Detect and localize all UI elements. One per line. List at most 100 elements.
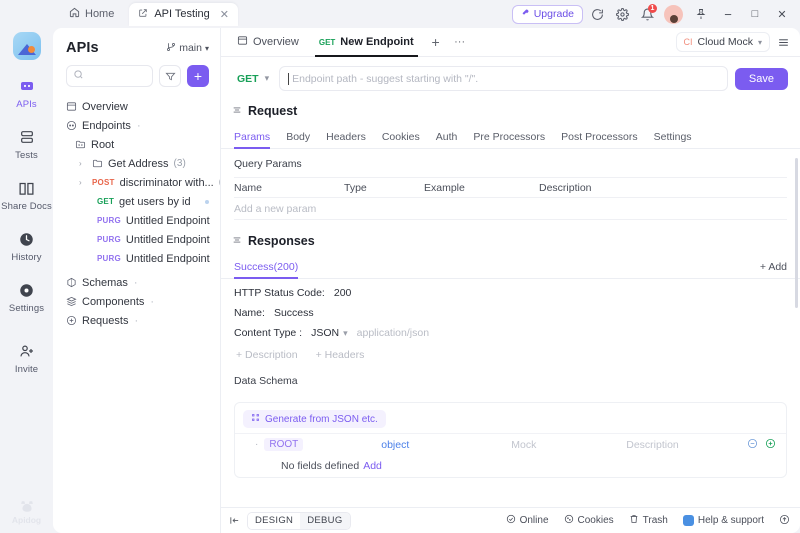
rail-item-history[interactable]: History — [0, 229, 53, 263]
sidebar-title: APIs — [66, 40, 99, 56]
tests-icon — [19, 127, 35, 147]
close-icon[interactable]: ✕ — [220, 8, 229, 21]
mode-design[interactable]: DESIGN — [248, 512, 301, 529]
chevron-right-icon[interactable]: › — [79, 159, 87, 168]
new-tab-button[interactable]: + — [424, 28, 448, 56]
status-label: Cookies — [577, 515, 614, 526]
search-input[interactable] — [66, 65, 153, 87]
filter-button[interactable] — [159, 65, 181, 87]
tree-item-discriminator[interactable]: › POST discriminator with... (1) — [53, 173, 220, 192]
rail-item-settings[interactable]: Settings — [0, 280, 53, 314]
request-tabs: Params Body Headers Cookies Auth Pre Pro… — [221, 124, 800, 149]
rail-item-invite[interactable]: Invite — [0, 341, 53, 375]
add-param-row[interactable]: Add a new param — [234, 198, 787, 220]
bell-icon[interactable]: 1 — [636, 3, 658, 25]
tab-auth[interactable]: Auth — [436, 131, 458, 148]
menu-icon[interactable] — [772, 32, 794, 52]
save-button[interactable]: Save — [734, 67, 788, 90]
chevron-down-icon: ▾ — [204, 43, 209, 53]
add-button[interactable]: + — [187, 65, 209, 87]
tab-cookies[interactable]: Cookies — [382, 131, 420, 148]
remove-field-icon[interactable] — [747, 438, 758, 452]
window-tab-api-testing[interactable]: API Testing ✕ — [129, 2, 239, 26]
tab-pre-processors[interactable]: Pre Processors — [473, 131, 545, 148]
status-collapse-up[interactable] — [779, 514, 790, 528]
schema-root-row[interactable]: · ROOT object Mock Description — [235, 433, 786, 455]
schema-add-field-link[interactable]: Add — [363, 460, 382, 472]
mode-toggle: DESIGN DEBUG — [247, 511, 351, 530]
tree-item-schemas[interactable]: Schemas · — [53, 273, 218, 292]
tree-label: Overview — [82, 100, 128, 113]
tree-item-untitled-endpoint-1[interactable]: PURG Untitled Endpoint — [53, 211, 218, 230]
tab-params[interactable]: Params — [234, 131, 271, 149]
close-window-icon[interactable]: ✕ — [770, 3, 794, 25]
tree-item-get-address[interactable]: › Get Address (3) — [53, 154, 218, 173]
apis-sidebar: APIs main ▾ + Overview Endpoints · Root … — [53, 28, 220, 533]
check-circle-icon — [506, 514, 516, 527]
tree-item-get-users-by-id[interactable]: GET get users by id — [53, 192, 218, 211]
app-logo — [12, 32, 41, 60]
branch-selector[interactable]: main ▾ — [166, 42, 209, 55]
external-link-icon — [138, 8, 148, 21]
more-dot[interactable]: · — [134, 277, 138, 289]
rocket-icon — [521, 8, 530, 20]
tab-body[interactable]: Body — [286, 131, 310, 148]
status-trash[interactable]: Trash — [629, 514, 668, 527]
tab-headers[interactable]: Headers — [326, 131, 366, 148]
status-help-support[interactable]: Help & support — [682, 515, 764, 526]
chevron-right-icon[interactable]: › — [79, 178, 87, 187]
rail-item-apis[interactable]: APIs — [0, 76, 53, 110]
schema-mock-placeholder[interactable]: Mock — [511, 439, 626, 451]
add-description-button[interactable]: + Description — [236, 349, 298, 361]
environment-selector[interactable]: CI Cloud Mock ▾ — [675, 32, 770, 52]
tree-item-endpoints[interactable]: Endpoints · — [53, 116, 218, 135]
tab-success-200[interactable]: Success(200) — [234, 261, 299, 279]
http-status-code-value[interactable]: 200 — [334, 287, 352, 299]
add-field-icon[interactable] — [765, 438, 776, 452]
rail-item-share-docs[interactable]: Share Docs — [0, 178, 53, 212]
window-tab-label: API Testing — [154, 8, 210, 20]
tree-item-untitled-endpoint-3[interactable]: PURG Untitled Endpoint — [53, 249, 218, 268]
mode-debug[interactable]: DEBUG — [300, 512, 350, 529]
tree-item-root[interactable]: Root — [53, 135, 218, 154]
status-online[interactable]: Online — [506, 514, 549, 527]
rail-item-tests[interactable]: Tests — [0, 127, 53, 161]
minimize-icon[interactable]: − — [716, 3, 740, 25]
more-dot[interactable]: · — [137, 120, 141, 132]
tree-item-overview[interactable]: Overview — [53, 97, 218, 116]
schema-description-placeholder[interactable]: Description — [626, 439, 747, 451]
method-selector[interactable]: GET ▾ — [232, 73, 272, 85]
more-dot[interactable]: · — [134, 315, 138, 327]
tab-settings[interactable]: Settings — [654, 131, 692, 148]
tab-more-button[interactable]: ··· — [448, 28, 472, 56]
add-headers-button[interactable]: + Headers — [316, 349, 365, 361]
status-cookies[interactable]: Cookies — [564, 514, 614, 527]
upgrade-label: Upgrade — [533, 8, 574, 20]
home-button[interactable]: Home — [60, 3, 123, 25]
vertical-scrollbar[interactable] — [795, 158, 798, 308]
gear-icon[interactable] — [611, 3, 633, 25]
tree-dash-icon: · — [255, 439, 259, 450]
tree-item-untitled-endpoint-2[interactable]: PURG Untitled Endpoint — [53, 230, 218, 249]
response-name-value[interactable]: Success — [274, 307, 314, 319]
filter-icon — [164, 72, 176, 80]
tab-new-endpoint[interactable]: GET New Endpoint — [309, 28, 424, 57]
maximize-icon[interactable]: □ — [743, 3, 767, 25]
avatar[interactable] — [664, 4, 683, 24]
content-type-selector[interactable]: JSON ▾ — [311, 327, 348, 339]
section-title-label: Responses — [248, 234, 315, 248]
tree-item-requests[interactable]: Requests · — [53, 311, 218, 330]
collapse-panel-icon[interactable] — [221, 515, 247, 526]
generate-from-json-button[interactable]: Generate from JSON etc. — [243, 410, 386, 428]
sync-icon[interactable] — [586, 3, 608, 25]
trash-icon — [629, 514, 639, 527]
upgrade-button[interactable]: Upgrade — [511, 4, 583, 24]
endpoint-path-input[interactable]: Endpoint path - suggest starting with "/… — [279, 66, 728, 91]
schema-root-type[interactable]: object — [381, 439, 511, 451]
tab-post-processors[interactable]: Post Processors — [561, 131, 637, 148]
add-response-button[interactable]: + Add — [760, 261, 787, 278]
pin-icon[interactable] — [689, 3, 713, 25]
more-dot[interactable]: · — [150, 296, 154, 308]
tree-item-components[interactable]: Components · — [53, 292, 218, 311]
tab-overview[interactable]: Overview — [227, 28, 309, 56]
